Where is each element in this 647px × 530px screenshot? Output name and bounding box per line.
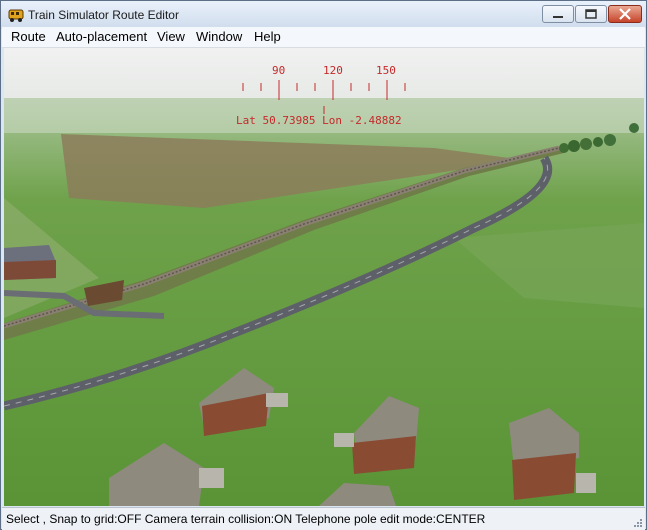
status-bar: Select , Snap to grid:OFF Camera terrain…: [2, 507, 645, 530]
minimize-button[interactable]: [542, 5, 574, 23]
menu-route[interactable]: Route: [11, 29, 46, 44]
menu-help[interactable]: Help: [254, 29, 281, 44]
lat-lon-readout: Lat 50.73985 Lon -2.48882: [236, 114, 402, 127]
maximize-button[interactable]: [575, 5, 607, 23]
menu-bar: Route Auto-placement View Window Help: [2, 27, 645, 48]
close-button[interactable]: [608, 5, 642, 23]
train-app-icon: [8, 9, 24, 22]
route-3d-viewport[interactable]: 90 120 150 Lat 50.73985 Lon -2.48882: [4, 48, 644, 506]
status-text: Select , Snap to grid:OFF Camera terrain…: [6, 512, 486, 526]
compass-label-150: 150: [376, 64, 396, 77]
distant-building: [4, 245, 56, 280]
minimize-icon: [553, 16, 563, 18]
resize-grip-icon[interactable]: [633, 518, 643, 528]
menu-window[interactable]: Window: [196, 29, 242, 44]
maximize-icon: [585, 9, 597, 19]
app-window: Train Simulator Route Editor Route Auto-…: [0, 0, 647, 530]
close-icon: [619, 8, 631, 20]
compass-label-120: 120: [323, 64, 343, 77]
menu-auto-placement[interactable]: Auto-placement: [56, 29, 147, 44]
menu-view[interactable]: View: [157, 29, 185, 44]
window-title: Train Simulator Route Editor: [28, 8, 179, 22]
compass-label-90: 90: [272, 64, 286, 77]
title-bar[interactable]: Train Simulator Route Editor: [1, 1, 646, 29]
